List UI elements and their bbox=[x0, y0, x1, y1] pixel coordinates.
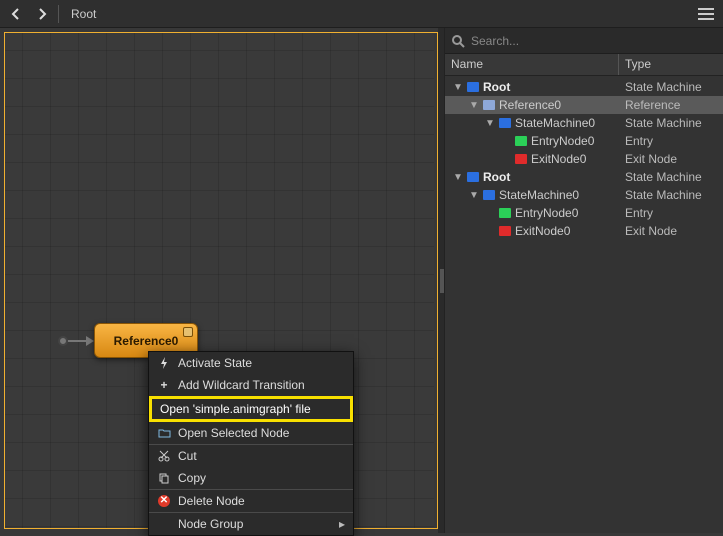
tree-row[interactable]: ▼ Reference0 Reference bbox=[445, 96, 723, 114]
disclosure-triangle-icon[interactable]: ▼ bbox=[453, 82, 463, 93]
disclosure-triangle-icon[interactable]: ▼ bbox=[453, 172, 463, 183]
topbar: Root bbox=[0, 0, 723, 28]
tree-item-type: State Machine bbox=[619, 80, 723, 94]
ctx-item-label: Cut bbox=[178, 449, 197, 463]
disclosure-triangle-icon[interactable]: ▼ bbox=[469, 190, 479, 201]
copy-icon bbox=[157, 471, 171, 485]
ctx-item-label: Node Group bbox=[178, 517, 243, 531]
breadcrumb[interactable]: Root bbox=[65, 7, 102, 21]
main: Reference0 Activate State + Add Wildcard… bbox=[0, 28, 723, 533]
tree-item-type: Exit Node bbox=[619, 152, 723, 166]
arrowhead-icon bbox=[86, 336, 94, 346]
node-color-icon bbox=[499, 118, 511, 128]
tree-item-label: EntryNode0 bbox=[515, 206, 578, 220]
node-color-icon bbox=[467, 82, 479, 92]
tree-item-type: Entry bbox=[619, 206, 723, 220]
tree-row[interactable]: ▼ Root State Machine bbox=[445, 168, 723, 186]
search-bar bbox=[445, 28, 723, 54]
outliner-tree[interactable]: ▼ Root State Machine ▼ Reference0 Reference ▼ S… bbox=[445, 76, 723, 533]
tree-row[interactable]: ▼ StateMachine0 State Machine bbox=[445, 186, 723, 204]
nav-forward-button[interactable] bbox=[32, 4, 52, 24]
search-input[interactable] bbox=[471, 34, 717, 48]
tree-item-type: State Machine bbox=[619, 116, 723, 130]
column-header-type[interactable]: Type bbox=[619, 54, 723, 75]
ctx-open-animgraph-file[interactable]: Open 'simple.animgraph' file bbox=[149, 396, 353, 422]
ctx-cut[interactable]: Cut bbox=[149, 445, 353, 467]
ctx-item-label: Copy bbox=[178, 471, 206, 485]
lightning-icon bbox=[157, 356, 171, 370]
ctx-activate-state[interactable]: Activate State bbox=[149, 352, 353, 374]
tree-item-label: EntryNode0 bbox=[531, 134, 594, 148]
ctx-item-label: Activate State bbox=[178, 356, 252, 370]
tree-item-type: Reference bbox=[619, 98, 723, 112]
tree-item-type: Exit Node bbox=[619, 224, 723, 238]
search-icon bbox=[451, 34, 465, 48]
arrow-right-icon bbox=[35, 7, 49, 21]
context-menu: Activate State + Add Wildcard Transition… bbox=[148, 351, 354, 536]
tree-row[interactable]: EntryNode0 Entry bbox=[445, 132, 723, 150]
entry-dot-icon bbox=[58, 336, 68, 346]
ctx-item-label: Open 'simple.animgraph' file bbox=[160, 402, 311, 416]
tree-item-label: Reference0 bbox=[499, 98, 561, 112]
tree-item-label: ExitNode0 bbox=[515, 224, 570, 238]
scissors-icon bbox=[157, 449, 171, 463]
tree-row[interactable]: ▼ StateMachine0 State Machine bbox=[445, 114, 723, 132]
folder-open-icon bbox=[157, 426, 171, 440]
tree-item-label: Root bbox=[483, 170, 510, 184]
splitter-grip-icon bbox=[440, 269, 442, 293]
node-color-icon bbox=[483, 100, 495, 110]
node-color-icon bbox=[483, 190, 495, 200]
list-menu-button[interactable] bbox=[695, 3, 717, 25]
tree-row[interactable]: EntryNode0 Entry bbox=[445, 204, 723, 222]
tree-item-type: Entry bbox=[619, 134, 723, 148]
disclosure-triangle-icon[interactable]: ▼ bbox=[469, 100, 479, 111]
node-reference-icon bbox=[183, 327, 193, 337]
tree-columns: Name Type bbox=[445, 54, 723, 76]
hamburger-icon bbox=[698, 8, 714, 10]
node-color-icon bbox=[515, 154, 527, 164]
tree-item-label: StateMachine0 bbox=[499, 188, 579, 202]
tree-row[interactable]: ▼ Root State Machine bbox=[445, 78, 723, 96]
ctx-copy[interactable]: Copy bbox=[149, 467, 353, 489]
node-color-icon bbox=[499, 226, 511, 236]
ctx-item-label: Delete Node bbox=[178, 494, 245, 508]
node-color-icon bbox=[467, 172, 479, 182]
graph-node-label: Reference0 bbox=[114, 334, 179, 348]
node-color-icon bbox=[499, 208, 511, 218]
tree-item-type: State Machine bbox=[619, 188, 723, 202]
tree-item-label: ExitNode0 bbox=[531, 152, 586, 166]
node-color-icon bbox=[515, 136, 527, 146]
ctx-delete-node[interactable]: ✕ Delete Node bbox=[149, 490, 353, 512]
column-header-name[interactable]: Name bbox=[445, 54, 619, 75]
tree-row[interactable]: ExitNode0 Exit Node bbox=[445, 222, 723, 240]
tree-item-type: State Machine bbox=[619, 170, 723, 184]
tree-item-label: Root bbox=[483, 80, 510, 94]
nav-back-button[interactable] bbox=[6, 4, 26, 24]
ctx-node-group[interactable]: Node Group ▸ bbox=[149, 513, 353, 535]
plus-icon: + bbox=[157, 378, 171, 392]
entry-arrow bbox=[58, 336, 94, 346]
ctx-add-wildcard-transition[interactable]: + Add Wildcard Transition bbox=[149, 374, 353, 396]
submenu-arrow-icon: ▸ bbox=[339, 517, 345, 531]
tree-row[interactable]: ExitNode0 Exit Node bbox=[445, 150, 723, 168]
delete-icon: ✕ bbox=[157, 494, 171, 508]
graph-canvas-wrap: Reference0 Activate State + Add Wildcard… bbox=[0, 28, 438, 533]
ctx-item-label: Add Wildcard Transition bbox=[178, 378, 305, 392]
side-panel: Name Type ▼ Root State Machine ▼ Reference0 R… bbox=[444, 28, 723, 533]
tree-item-label: StateMachine0 bbox=[515, 116, 595, 130]
arrow-left-icon bbox=[9, 7, 23, 21]
disclosure-triangle-icon[interactable]: ▼ bbox=[485, 118, 495, 129]
separator bbox=[58, 5, 59, 23]
ctx-item-label: Open Selected Node bbox=[178, 426, 289, 440]
ctx-open-selected-node[interactable]: Open Selected Node bbox=[149, 422, 353, 444]
